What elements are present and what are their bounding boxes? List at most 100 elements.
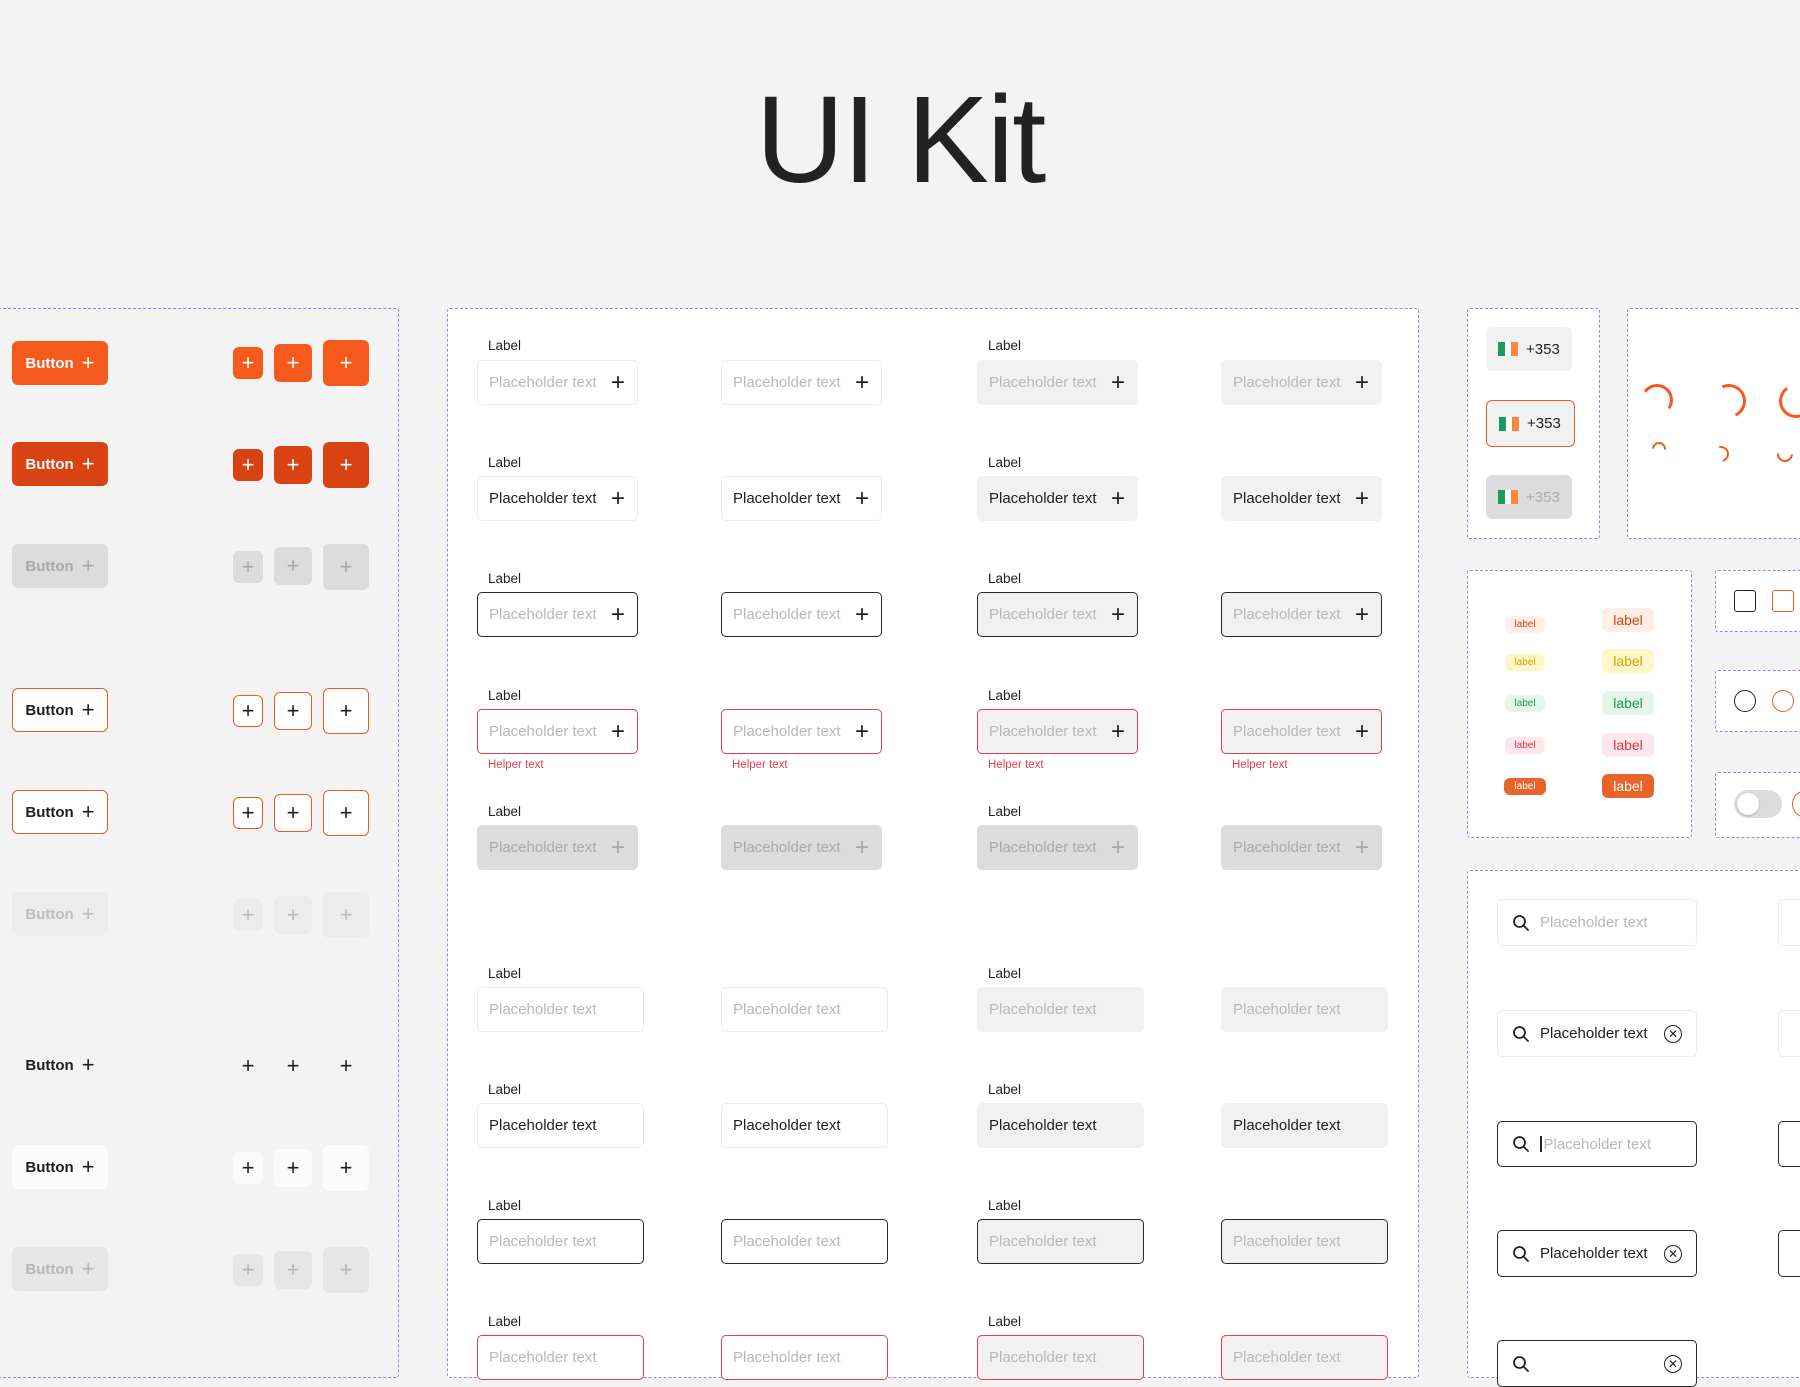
search-input[interactable]: Placeholder text xyxy=(1497,899,1697,946)
text-field-with-icon-error[interactable]: Placeholder text + xyxy=(721,709,882,754)
text-button-hover[interactable]: Button + xyxy=(12,1145,108,1189)
outline-icon-button-large[interactable]: + xyxy=(323,790,369,836)
icon-button-small-disabled[interactable]: + xyxy=(233,551,263,583)
clear-icon[interactable]: ✕ xyxy=(1664,1244,1682,1263)
toggle-switch-off[interactable] xyxy=(1734,790,1782,818)
plus-icon[interactable]: + xyxy=(1355,370,1369,395)
plus-icon[interactable]: + xyxy=(855,486,869,511)
plus-icon[interactable]: + xyxy=(1111,486,1125,511)
text-field-with-icon-disabled[interactable]: Placeholder text + xyxy=(721,825,882,870)
search-input-focused-filled[interactable]: Placeholder text ✕ xyxy=(1497,1230,1697,1277)
search-input-cutoff[interactable] xyxy=(1778,1121,1800,1167)
outline-icon-button-small[interactable]: + xyxy=(233,695,263,727)
filled-text-field-with-icon-error[interactable]: Placeholder text + xyxy=(977,709,1138,754)
text-icon-button-medium-disabled[interactable]: + xyxy=(274,1251,312,1289)
text-field-error[interactable]: Placeholder text xyxy=(721,1335,888,1380)
filled-text-field-with-icon-disabled[interactable]: Placeholder text + xyxy=(977,825,1138,870)
secondary-button-hover[interactable]: Button + xyxy=(12,790,108,834)
outline-icon-button-large[interactable]: + xyxy=(323,688,369,734)
icon-button-small[interactable]: + xyxy=(233,449,263,481)
icon-button-large[interactable]: + xyxy=(323,340,369,386)
text-icon-button-small-disabled[interactable]: + xyxy=(233,1254,263,1286)
text-icon-button-small[interactable]: + xyxy=(233,1152,263,1184)
plus-icon[interactable]: + xyxy=(855,602,869,627)
primary-button[interactable]: Button + xyxy=(12,341,108,385)
phone-code-select[interactable]: +353 xyxy=(1486,327,1572,371)
outline-icon-button-small-disabled[interactable]: + xyxy=(233,899,263,931)
filled-text-field-error[interactable]: Placeholder text xyxy=(1221,1335,1388,1380)
text-field[interactable]: Placeholder text xyxy=(721,987,888,1032)
text-field-with-icon-disabled[interactable]: Placeholder text + xyxy=(477,825,638,870)
plus-icon[interactable]: + xyxy=(1111,602,1125,627)
text-button[interactable]: Button + xyxy=(12,1043,108,1087)
outline-icon-button-large-disabled[interactable]: + xyxy=(323,892,369,938)
text-icon-button-medium[interactable]: + xyxy=(274,1047,312,1085)
search-input-partial[interactable]: ✕ xyxy=(1497,1340,1697,1387)
plus-icon[interactable]: + xyxy=(1355,602,1369,627)
text-icon-button-large[interactable]: + xyxy=(323,1145,369,1191)
clear-icon[interactable]: ✕ xyxy=(1664,1354,1682,1373)
text-field-with-icon-filled[interactable]: Placeholder text + xyxy=(477,476,638,521)
text-field-filled[interactable]: Placeholder text xyxy=(477,1103,644,1148)
plus-icon[interactable]: + xyxy=(855,719,869,744)
filled-text-field[interactable]: Placeholder text xyxy=(977,987,1144,1032)
filled-text-field-with-icon[interactable]: Placeholder text + xyxy=(977,360,1138,405)
filled-text-field-with-icon[interactable]: Placeholder text + xyxy=(1221,360,1382,405)
search-input-filled[interactable]: Placeholder text ✕ xyxy=(1497,1010,1697,1057)
plus-icon[interactable]: + xyxy=(611,370,625,395)
outline-icon-button-medium[interactable]: + xyxy=(274,794,312,832)
phone-code-select-focused[interactable]: +353 xyxy=(1486,400,1575,447)
plus-icon[interactable]: + xyxy=(1111,719,1125,744)
plus-icon[interactable]: + xyxy=(611,602,625,627)
text-field-with-icon-focused[interactable]: Placeholder text + xyxy=(721,592,882,637)
plus-icon[interactable]: + xyxy=(611,486,625,511)
text-field-with-icon[interactable]: Placeholder text + xyxy=(721,360,882,405)
text-field-with-icon-filled[interactable]: Placeholder text + xyxy=(721,476,882,521)
icon-button-large-disabled[interactable]: + xyxy=(323,544,369,590)
text-field-with-icon-focused[interactable]: Placeholder text + xyxy=(477,592,638,637)
filled-text-field-with-icon-disabled[interactable]: Placeholder text + xyxy=(1221,825,1382,870)
filled-text-field-with-icon-focused[interactable]: Placeholder text + xyxy=(977,592,1138,637)
filled-text-field-with-icon-focused[interactable]: Placeholder text + xyxy=(1221,592,1382,637)
search-input-cutoff[interactable] xyxy=(1778,899,1800,946)
text-icon-button-large[interactable]: + xyxy=(323,1043,369,1089)
icon-button-medium[interactable]: + xyxy=(274,446,312,484)
filled-text-field-filled[interactable]: Placeholder text xyxy=(1221,1103,1388,1148)
filled-text-field-with-icon-error[interactable]: Placeholder text + xyxy=(1221,709,1382,754)
text-field-with-icon[interactable]: Placeholder text + xyxy=(477,360,638,405)
radio-hover[interactable] xyxy=(1772,690,1794,712)
text-icon-button-large-disabled[interactable]: + xyxy=(323,1247,369,1293)
secondary-button-disabled[interactable]: Button + xyxy=(12,892,108,936)
outline-icon-button-small[interactable]: + xyxy=(233,797,263,829)
text-icon-button-medium[interactable]: + xyxy=(274,1149,312,1187)
text-field-focused[interactable]: Placeholder text xyxy=(721,1219,888,1264)
icon-button-large[interactable]: + xyxy=(323,442,369,488)
icon-button-small[interactable]: + xyxy=(233,347,263,379)
filled-text-field[interactable]: Placeholder text xyxy=(1221,987,1388,1032)
search-input-cutoff[interactable] xyxy=(1778,1010,1800,1057)
checkbox-hover[interactable] xyxy=(1772,590,1794,612)
plus-icon[interactable]: + xyxy=(1355,719,1369,744)
plus-icon[interactable]: + xyxy=(1355,486,1369,511)
text-field-filled[interactable]: Placeholder text xyxy=(721,1103,888,1148)
filled-text-field-with-icon-filled[interactable]: Placeholder text + xyxy=(977,476,1138,521)
search-input-cutoff[interactable] xyxy=(1778,1230,1800,1277)
text-icon-button-small[interactable]: + xyxy=(233,1050,263,1082)
plus-icon[interactable]: + xyxy=(611,719,625,744)
text-field-focused[interactable]: Placeholder text xyxy=(477,1219,644,1264)
icon-button-medium-disabled[interactable]: + xyxy=(274,547,312,585)
primary-button-pressed[interactable]: Button + xyxy=(12,442,108,486)
checkbox-unchecked[interactable] xyxy=(1734,590,1756,612)
secondary-button[interactable]: Button + xyxy=(12,688,108,732)
filled-text-field-error[interactable]: Placeholder text xyxy=(977,1335,1144,1380)
icon-button-medium[interactable]: + xyxy=(274,344,312,382)
text-field-error[interactable]: Placeholder text xyxy=(477,1335,644,1380)
primary-button-disabled[interactable]: Button + xyxy=(12,544,108,588)
text-field[interactable]: Placeholder text xyxy=(477,987,644,1032)
clear-icon[interactable]: ✕ xyxy=(1664,1024,1682,1043)
filled-text-field-focused[interactable]: Placeholder text xyxy=(1221,1219,1388,1264)
radio-unselected[interactable] xyxy=(1734,690,1756,712)
plus-icon[interactable]: + xyxy=(855,370,869,395)
plus-icon[interactable]: + xyxy=(1111,370,1125,395)
phone-code-select-disabled[interactable]: +353 xyxy=(1486,475,1572,519)
